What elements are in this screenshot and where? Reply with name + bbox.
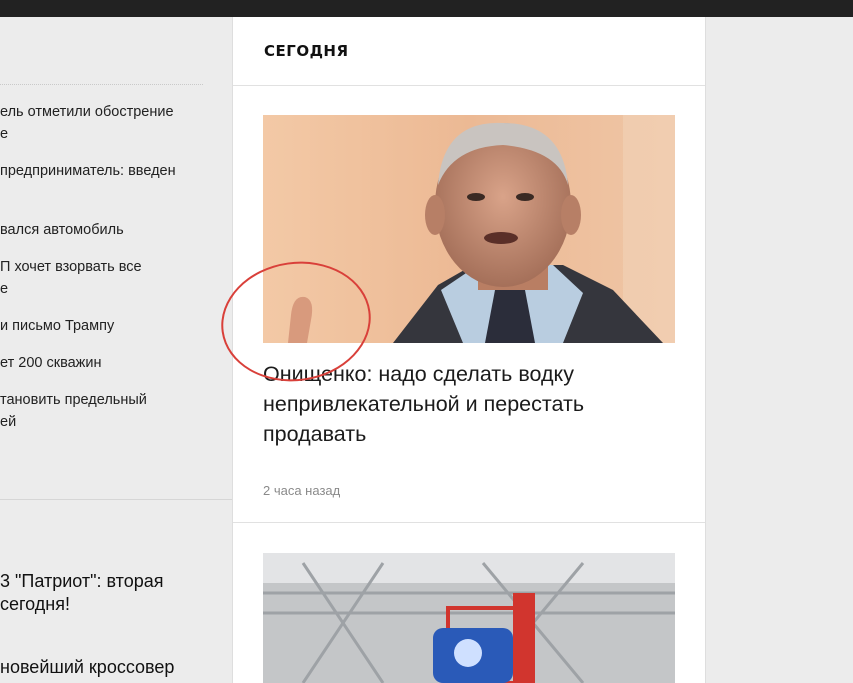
news-card-image[interactable] bbox=[263, 115, 675, 343]
left-news-item[interactable]: тановить предельный ей bbox=[0, 389, 210, 433]
left-news-item[interactable]: вался автомобиль bbox=[0, 219, 210, 241]
divider bbox=[0, 499, 232, 500]
news-card-image[interactable] bbox=[263, 553, 675, 683]
section-header: СЕГОДНЯ bbox=[233, 17, 705, 86]
left-sidebar: ель отметили обострение е предпринимател… bbox=[0, 17, 232, 683]
police-car-photo bbox=[263, 553, 675, 683]
section-title: СЕГОДНЯ bbox=[264, 42, 349, 60]
left-featured-line1: 3 "Патриот": вторая bbox=[0, 571, 164, 591]
right-sidebar bbox=[707, 17, 853, 683]
left-news-item-line1: тановить предельный bbox=[0, 392, 147, 408]
left-news-item-line1: и письмо Трампу bbox=[0, 318, 115, 334]
left-news-item-line1: ет 200 скважин bbox=[0, 355, 102, 371]
news-card[interactable] bbox=[233, 553, 705, 683]
left-featured-line2: сегодня! bbox=[0, 594, 70, 614]
divider bbox=[233, 522, 705, 523]
divider bbox=[0, 84, 203, 85]
left-news-item[interactable]: ет 200 скважин bbox=[0, 352, 210, 374]
left-news-item[interactable]: предприниматель: введен bbox=[0, 160, 210, 182]
left-news-item-line2: ей bbox=[0, 414, 17, 430]
left-news-item-line2: е bbox=[0, 126, 9, 142]
top-bar bbox=[0, 0, 853, 17]
news-card-title[interactable]: Онищенко: надо сделать водку непривлекат… bbox=[263, 359, 673, 449]
news-card-time: 2 часа назад bbox=[263, 483, 341, 498]
portrait-photo bbox=[263, 115, 675, 343]
left-news-item-line1: П хочет взорвать все bbox=[0, 259, 142, 275]
main-feed: СЕГОДНЯ Онищенко: надо сделать водку неп… bbox=[232, 17, 706, 683]
left-featured-item[interactable]: новейший кроссовер bbox=[0, 656, 210, 679]
left-news-item[interactable]: ель отметили обострение е bbox=[0, 101, 210, 145]
left-featured-line1: новейший кроссовер bbox=[0, 657, 175, 677]
left-news-item[interactable]: П хочет взорвать все е bbox=[0, 256, 210, 300]
left-news-item-line1: ель отметили обострение bbox=[0, 104, 174, 120]
left-news-item-line1: предприниматель: введен bbox=[0, 163, 176, 179]
left-news-item-line2: е bbox=[0, 281, 9, 297]
news-card[interactable]: Онищенко: надо сделать водку непривлекат… bbox=[233, 87, 705, 523]
left-featured-item[interactable]: 3 "Патриот": вторая сегодня! bbox=[0, 570, 210, 616]
left-news-item-line1: вался автомобиль bbox=[0, 222, 124, 238]
left-news-item[interactable]: и письмо Трампу bbox=[0, 315, 210, 337]
